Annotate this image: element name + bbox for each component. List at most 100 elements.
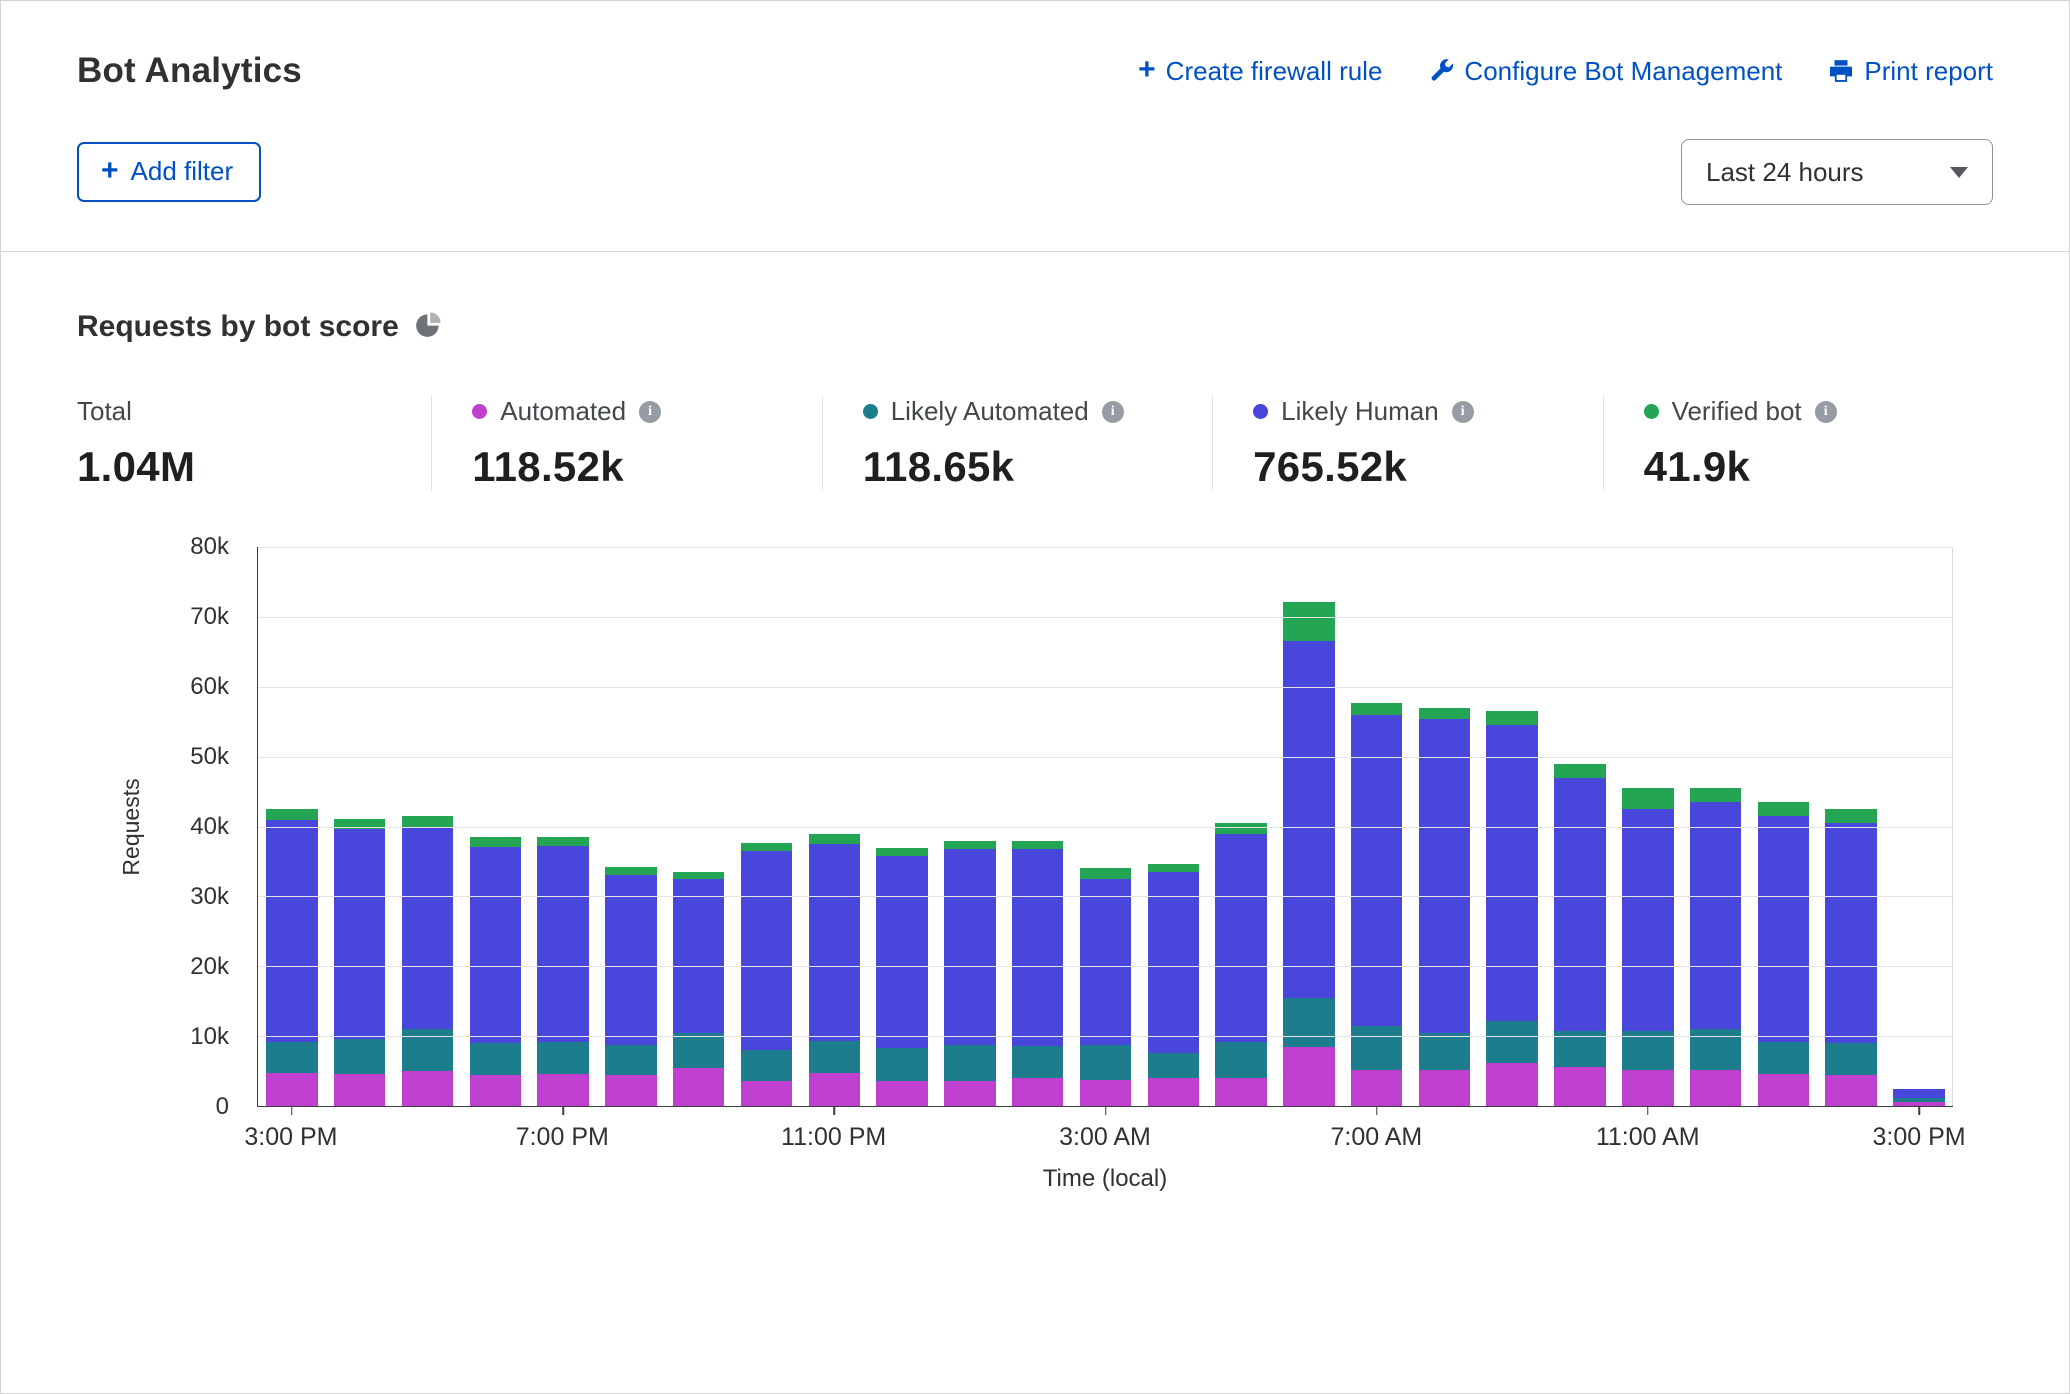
x-tick-label: 3:00 PM xyxy=(244,1123,337,1152)
bar-segment-likely-human xyxy=(1419,719,1471,1033)
bar-segment-likely-automated xyxy=(266,1042,318,1073)
print-report-link[interactable]: Print report xyxy=(1828,56,1993,87)
bar[interactable] xyxy=(1419,708,1471,1106)
stat-dot xyxy=(863,404,878,419)
x-tick-label: 11:00 AM xyxy=(1596,1123,1700,1152)
y-tick-label: 70k xyxy=(190,603,229,631)
bar-segment-automated xyxy=(1893,1102,1945,1106)
bar-segment-likely-automated xyxy=(1080,1045,1132,1081)
bar[interactable] xyxy=(1622,788,1674,1106)
info-icon[interactable] xyxy=(1452,401,1474,423)
chevron-down-icon xyxy=(1950,167,1968,178)
bar[interactable] xyxy=(1351,703,1403,1106)
stat-dot xyxy=(1644,404,1659,419)
bar[interactable] xyxy=(1825,809,1877,1106)
info-icon[interactable] xyxy=(639,401,661,423)
add-filter-label: Add filter xyxy=(131,156,234,187)
y-tick-label: 80k xyxy=(190,533,229,561)
bar-segment-verified-bot xyxy=(1825,809,1877,823)
bar-segment-verified-bot xyxy=(470,837,522,847)
time-range-select[interactable]: Last 24 hours xyxy=(1681,139,1993,205)
bar[interactable] xyxy=(1554,764,1606,1106)
bar-segment-automated xyxy=(266,1073,318,1106)
bar-segment-likely-human xyxy=(470,847,522,1043)
bar-segment-automated xyxy=(1690,1070,1742,1106)
bar-segment-likely-automated xyxy=(741,1050,793,1081)
info-icon[interactable] xyxy=(1102,401,1124,423)
gridline xyxy=(258,966,1953,967)
pie-chart-icon xyxy=(415,311,442,343)
bar[interactable] xyxy=(1758,802,1810,1106)
bar-segment-verified-bot xyxy=(809,834,861,844)
x-tick-label: 3:00 AM xyxy=(1059,1123,1151,1152)
bar[interactable] xyxy=(605,867,657,1106)
bar-segment-likely-human xyxy=(266,820,318,1042)
bar[interactable] xyxy=(334,819,386,1106)
x-tick-label: 7:00 PM xyxy=(516,1123,609,1152)
bar[interactable] xyxy=(944,840,996,1106)
bar-segment-verified-bot xyxy=(1283,602,1335,641)
bar-segment-automated xyxy=(1758,1074,1810,1106)
bar-segment-automated xyxy=(944,1081,996,1106)
gridline xyxy=(258,547,1953,548)
plus-icon: + xyxy=(101,156,119,186)
bar-segment-automated xyxy=(1622,1070,1674,1106)
bar-segment-likely-human xyxy=(1758,816,1810,1042)
printer-icon xyxy=(1828,58,1854,84)
bar-segment-verified-bot xyxy=(1215,823,1267,833)
bar[interactable] xyxy=(470,837,522,1106)
gridline xyxy=(258,757,1953,758)
y-tick-label: 20k xyxy=(190,953,229,981)
bar[interactable] xyxy=(1215,823,1267,1106)
bar[interactable] xyxy=(1148,864,1200,1106)
bar[interactable] xyxy=(266,809,318,1106)
plot-area xyxy=(257,547,1953,1107)
bar[interactable] xyxy=(1012,840,1064,1106)
bar[interactable] xyxy=(673,872,725,1106)
bar[interactable] xyxy=(1486,711,1538,1106)
bar[interactable] xyxy=(402,816,454,1106)
stat-verified-bot-value: 41.9k xyxy=(1644,443,1993,491)
create-firewall-rule-link[interactable]: + Create firewall rule xyxy=(1138,56,1382,87)
gridline xyxy=(258,896,1953,897)
create-firewall-rule-label: Create firewall rule xyxy=(1166,56,1383,87)
bar[interactable] xyxy=(741,843,793,1106)
bar[interactable] xyxy=(537,837,589,1106)
stat-dot xyxy=(472,404,487,419)
bar-segment-automated xyxy=(1419,1070,1471,1106)
x-tick-label: 7:00 AM xyxy=(1330,1123,1422,1152)
configure-bot-management-label: Configure Bot Management xyxy=(1464,56,1782,87)
configure-bot-management-link[interactable]: Configure Bot Management xyxy=(1428,56,1782,87)
bot-analytics-page: Bot Analytics + Create firewall rule Con… xyxy=(0,0,2070,1394)
bar-segment-verified-bot xyxy=(1758,802,1810,816)
bar-segment-automated xyxy=(1215,1078,1267,1106)
bar[interactable] xyxy=(1283,602,1335,1106)
bar-segment-automated xyxy=(1283,1047,1335,1106)
add-filter-button[interactable]: + Add filter xyxy=(77,142,261,202)
stat-likely-human-label: Likely Human xyxy=(1281,396,1439,427)
stats-row: Total 1.04M Automated 118.52k Likely Aut… xyxy=(77,396,1993,491)
x-axis-label: Time (local) xyxy=(257,1165,1953,1193)
bar-segment-verified-bot xyxy=(741,843,793,851)
stat-dot xyxy=(1253,404,1268,419)
bar-segment-verified-bot xyxy=(266,809,318,819)
bar[interactable] xyxy=(876,847,928,1106)
bar-segment-automated xyxy=(876,1081,928,1106)
bar-segment-verified-bot xyxy=(402,816,454,826)
bar-segment-automated xyxy=(334,1074,386,1106)
bar-segment-automated xyxy=(673,1068,725,1106)
bar-segment-likely-automated xyxy=(1148,1053,1200,1078)
bar[interactable] xyxy=(1080,868,1132,1106)
bar[interactable] xyxy=(1690,788,1742,1106)
header-actions: + Create firewall rule Configure Bot Man… xyxy=(1138,56,1993,87)
y-tick-label: 10k xyxy=(190,1023,229,1051)
bar-segment-likely-automated xyxy=(944,1045,996,1081)
bar-segment-verified-bot xyxy=(1622,788,1674,809)
x-tick-label: 3:00 PM xyxy=(1873,1123,1966,1152)
top-card: Bot Analytics + Create firewall rule Con… xyxy=(1,1,2069,252)
bar-segment-likely-human xyxy=(1486,725,1538,1022)
bar[interactable] xyxy=(1893,1089,1945,1106)
bar-segment-likely-human xyxy=(809,844,861,1041)
info-icon[interactable] xyxy=(1815,401,1837,423)
bar[interactable] xyxy=(809,834,861,1107)
